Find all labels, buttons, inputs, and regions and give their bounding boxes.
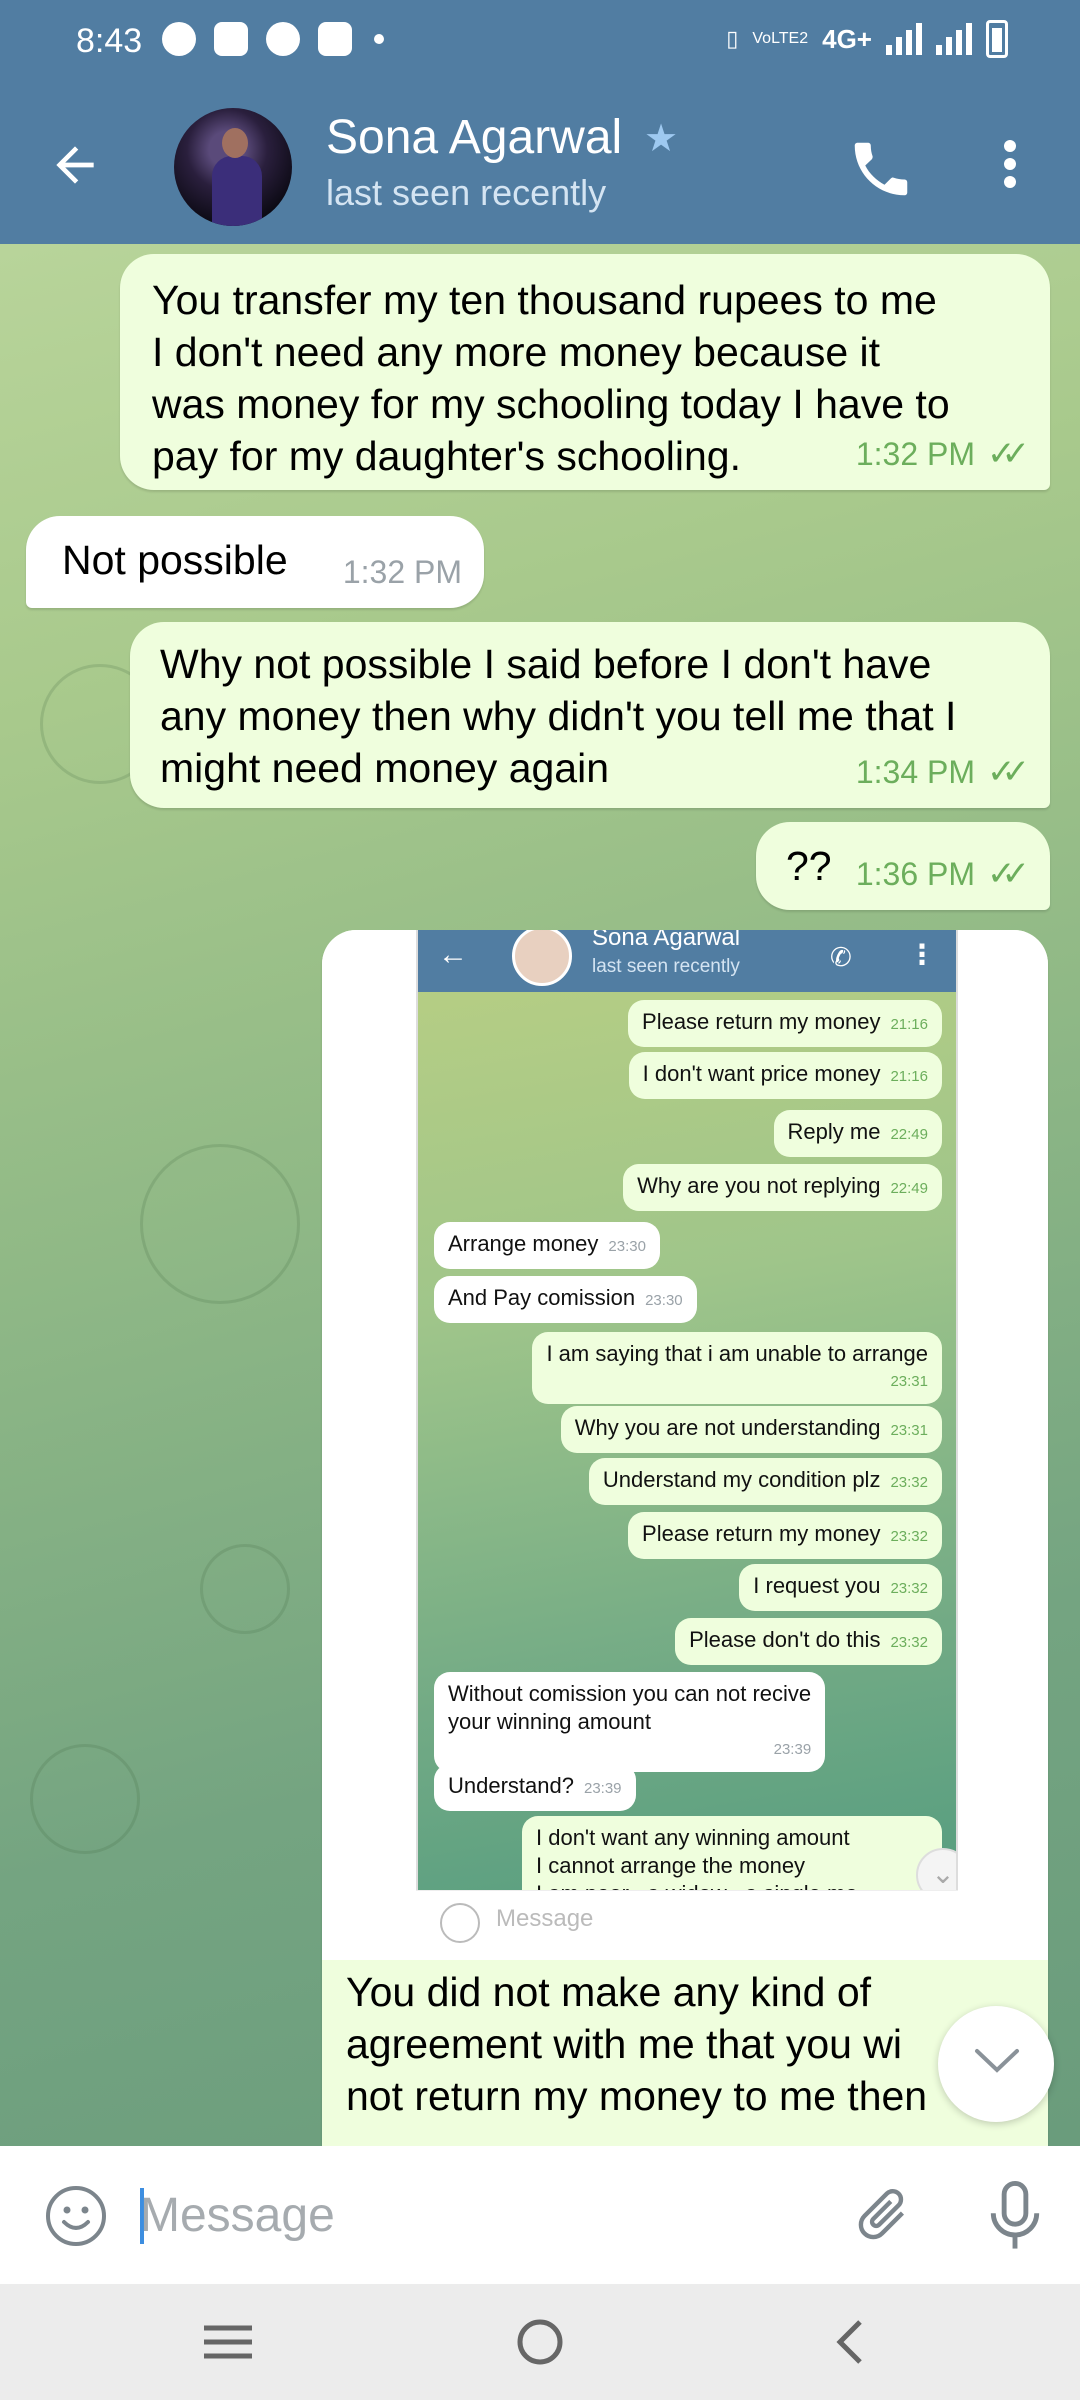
message-time: 1:32 PM (342, 554, 462, 590)
recent-apps-button[interactable] (188, 2310, 268, 2374)
screenshot-message: Please return my money 21:16 (628, 1000, 942, 1047)
screenshot-message: Please don't do this 23:32 (675, 1618, 942, 1665)
screenshot-header: ← Sona Agarwal last seen recently ✆ ⋮ (418, 930, 956, 992)
screenshot-message: Reply me 22:49 (773, 1110, 942, 1157)
system-navigation-bar (0, 2284, 1080, 2400)
double-check-icon: ✓✓ (987, 435, 1030, 473)
emoji-button[interactable] (44, 2184, 108, 2248)
signal-icon (886, 23, 922, 55)
message-bubble-incoming[interactable]: Not possible 1:32 PM (26, 516, 484, 608)
status-bar: 8:43 ▯ VoLTE2 4G+ (0, 0, 1080, 86)
home-button[interactable] (500, 2310, 580, 2374)
more-notifications-icon (374, 34, 384, 44)
message-time: 1:36 PM (855, 856, 976, 892)
screenshot-message: Why are you not replying 22:49 (623, 1164, 942, 1211)
message-bubble-outgoing[interactable]: You transfer my ten thousand rupees to m… (120, 254, 1050, 490)
background-doodle (200, 1544, 290, 1634)
photo-caption: You did not make any kind of agreement w… (346, 1969, 928, 2119)
screenshot-message: Understand? 23:39 (434, 1764, 636, 1811)
menu-icon (204, 2325, 252, 2359)
screenshot-content: ← Sona Agarwal last seen recently ✆ ⋮ Pl… (416, 930, 958, 1960)
double-check-icon: ✓✓ (987, 855, 1030, 893)
phone-icon: ✆ (830, 942, 852, 972)
screenshot-contact-status: last seen recently (592, 956, 740, 977)
screenshot-message: Why you are not understanding 23:31 (560, 1406, 942, 1453)
screenshot-input-bar: Message (416, 1890, 958, 1960)
speed-icon (266, 22, 300, 56)
attached-screenshot[interactable]: ← Sona Agarwal last seen recently ✆ ⋮ Pl… (322, 930, 1048, 1960)
message-text: Not possible (62, 537, 288, 583)
screenshot-message: And Pay comission 23:30 (434, 1276, 697, 1323)
arrow-left-icon (56, 146, 94, 184)
message-bubble-outgoing[interactable]: Why not possible I said before I don't h… (130, 622, 1050, 808)
signal-icon (936, 23, 972, 55)
message-bubble-outgoing[interactable]: ?? 1:36 PM ✓✓ (756, 822, 1050, 910)
notification-icons (162, 22, 384, 56)
avatar (512, 930, 572, 986)
phone-icon (854, 142, 908, 196)
status-indicators: ▯ VoLTE2 4G+ (726, 20, 1008, 58)
screenshot-input-placeholder: Message (496, 1905, 594, 1932)
screenshot-message: Without comission you can not recive you… (434, 1672, 826, 1772)
message-time: 1:32 PM (855, 436, 976, 472)
screenshot-message: Arrange money 23:30 (434, 1222, 660, 1269)
chat-area[interactable]: You transfer my ten thousand rupees to m… (0, 244, 1080, 2146)
photo-message-bubble[interactable]: ← Sona Agarwal last seen recently ✆ ⋮ Pl… (322, 930, 1048, 2146)
message-text: ?? (786, 843, 832, 889)
chevron-down-icon (975, 2049, 1019, 2073)
circle-home-icon (517, 2319, 563, 2365)
call-button[interactable] (846, 134, 916, 204)
network-type: 4G+ (822, 23, 872, 54)
more-options-button[interactable] (990, 134, 1030, 204)
contact-status: last seen recently (326, 172, 607, 213)
volte-label: VoLTE2 (752, 30, 809, 47)
screenshot-message: I am saying that i am unable to arrange 2… (532, 1332, 942, 1404)
microphone-icon (990, 2180, 1040, 2249)
chevron-left-icon (836, 2320, 862, 2364)
mail-icon (214, 22, 248, 56)
double-check-icon: ✓✓ (987, 753, 1030, 791)
back-button[interactable] (40, 130, 110, 200)
scroll-to-bottom-button[interactable] (938, 2006, 1054, 2122)
screenshot-message: I don't want price money 21:16 (628, 1052, 942, 1099)
message-input[interactable] (140, 2180, 820, 2250)
smile-icon (440, 1903, 480, 1943)
voice-record-button[interactable] (982, 2178, 1048, 2254)
screenshot-message: I request you 23:32 (739, 1564, 942, 1611)
message-time: 1:34 PM (855, 754, 976, 790)
messenger-icon (162, 22, 196, 56)
screenshot-contact-name: Sona Agarwal (592, 930, 741, 951)
star-icon: ★ (644, 118, 679, 160)
mail-icon (318, 22, 352, 56)
system-back-button[interactable] (812, 2310, 892, 2374)
background-doodle (140, 1144, 300, 1304)
more-vert-icon: ⋮ (908, 939, 936, 970)
smile-icon (46, 2186, 106, 2246)
message-input-bar (0, 2146, 1080, 2284)
chat-header: Sona Agarwal ★ last seen recently (0, 86, 1080, 244)
avatar[interactable] (174, 108, 292, 226)
attach-button[interactable] (850, 2182, 916, 2248)
screenshot-message: Please return my money 23:32 (628, 1512, 942, 1559)
status-time: 8:43 (76, 22, 143, 60)
background-doodle (30, 1744, 140, 1854)
battery-icon (986, 20, 1008, 58)
screenshot-message: Understand my condition plz 23:32 (588, 1458, 942, 1505)
arrow-left-icon: ← (438, 938, 468, 971)
contact-name[interactable]: Sona Agarwal (326, 110, 622, 165)
paperclip-icon (858, 2189, 905, 2240)
vibrate-icon: ▯ (726, 26, 739, 51)
